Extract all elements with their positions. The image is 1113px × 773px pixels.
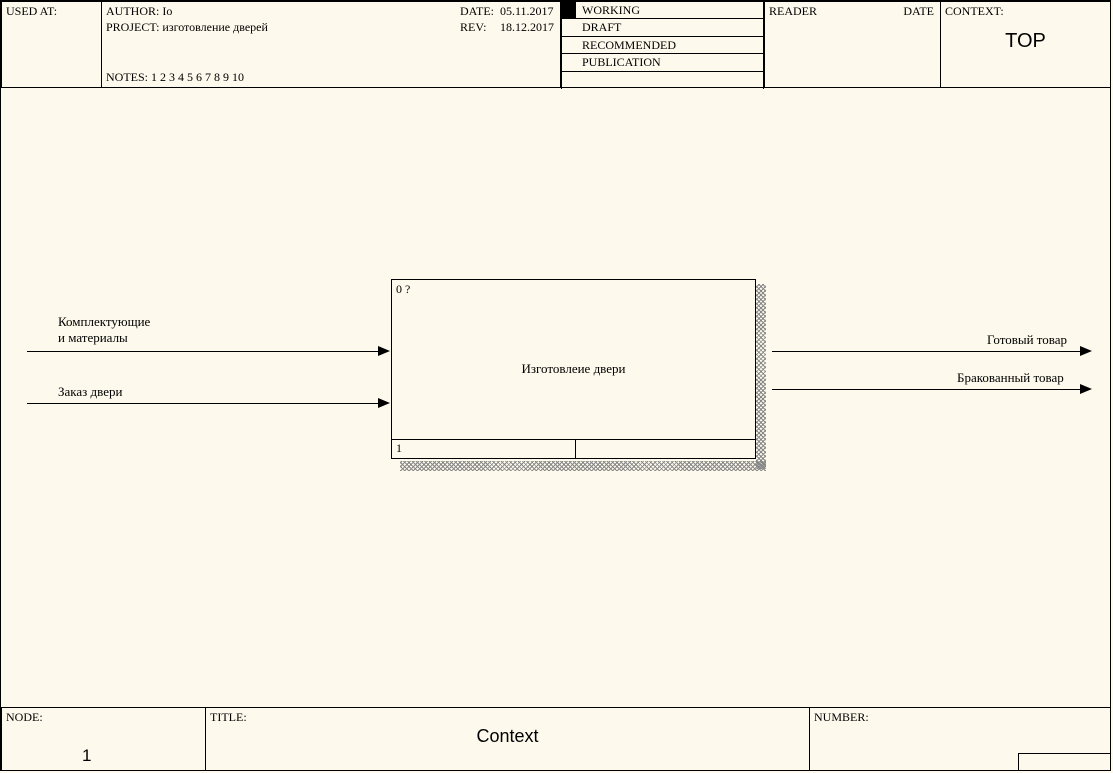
footer-node: NODE: 1 bbox=[1, 707, 206, 771]
output-arrow-1-head bbox=[1080, 346, 1092, 356]
date-label: DATE: bbox=[460, 3, 494, 19]
output-arrow-2-label: Бракованный товар bbox=[957, 370, 1064, 386]
footer-title: TITLE: Context bbox=[205, 707, 810, 771]
project-row: PROJECT: изготовление дверей bbox=[106, 20, 268, 35]
activity-box: 0 ? Изготовлеие двери 1 bbox=[391, 279, 756, 459]
output-arrow-1-line bbox=[772, 351, 1082, 352]
used-at-label: USED AT: bbox=[6, 4, 57, 19]
rev-value: 18.12.2017 bbox=[500, 19, 554, 35]
date-value: 05.11.2017 bbox=[500, 3, 554, 19]
output-arrow-2-head bbox=[1080, 384, 1092, 394]
input-arrow-2-line bbox=[27, 403, 380, 404]
title-value: Context bbox=[206, 726, 809, 747]
notes-value: 1 2 3 4 5 6 7 8 9 10 bbox=[151, 70, 244, 84]
activity-bottom-id: 1 bbox=[392, 440, 576, 458]
activity-bottom-bar: 1 bbox=[392, 439, 755, 458]
context-value: TOP bbox=[941, 30, 1110, 53]
header-meta: AUTHOR: Io PROJECT: изготовление дверей … bbox=[101, 1, 560, 88]
project-label: PROJECT: bbox=[106, 20, 159, 34]
header-used-at: USED AT: bbox=[1, 1, 102, 88]
date-block: DATE: 05.11.2017 REV: 18.12.2017 bbox=[460, 3, 554, 35]
input-arrow-1-line bbox=[27, 351, 380, 352]
status-draft: DRAFT bbox=[562, 19, 763, 35]
notes-row: NOTES: 1 2 3 4 5 6 7 8 9 10 bbox=[106, 70, 244, 85]
node-value: 1 bbox=[82, 746, 91, 766]
reader-label: READER bbox=[769, 4, 817, 19]
author-label: AUTHOR: bbox=[106, 4, 159, 18]
input-arrow-1-label-line1: Комплектующие bbox=[58, 314, 150, 330]
header-context: CONTEXT: TOP bbox=[940, 1, 1111, 88]
node-label: NODE: bbox=[6, 710, 43, 725]
author-row: AUTHOR: Io bbox=[106, 4, 172, 19]
output-arrow-1-label: Готовый товар bbox=[987, 332, 1067, 348]
input-arrow-2-label: Заказ двери bbox=[58, 384, 122, 400]
status-publication: PUBLICATION bbox=[562, 54, 763, 70]
input-arrow-1-label-line2: и материалы bbox=[58, 330, 128, 346]
activity-title: Изготовлеие двери bbox=[392, 280, 755, 458]
output-arrow-2-line bbox=[772, 389, 1082, 390]
header-status: WORKING DRAFT RECOMMENDED PUBLICATION bbox=[560, 1, 765, 88]
header-reader: READER DATE bbox=[764, 1, 941, 88]
status-working-marker bbox=[560, 1, 576, 18]
rev-label: REV: bbox=[460, 19, 494, 35]
input-arrow-2-head bbox=[378, 398, 390, 408]
notes-label: NOTES: bbox=[106, 70, 148, 84]
footer-sub-box bbox=[1018, 753, 1111, 771]
diagram-canvas: 0 ? Изготовлеие двери 1 Комплектующие и … bbox=[2, 89, 1109, 704]
activity-shadow-bottom bbox=[400, 461, 766, 471]
project-value: изготовление дверей bbox=[162, 20, 267, 34]
idef0-frame: USED AT: AUTHOR: Io PROJECT: изготовлени… bbox=[0, 0, 1111, 771]
status-working: WORKING bbox=[562, 2, 763, 18]
reader-date-label: DATE bbox=[903, 4, 934, 19]
author-value: Io bbox=[162, 4, 172, 18]
input-arrow-1-head bbox=[378, 346, 390, 356]
activity-bottom-right bbox=[576, 440, 755, 458]
title-label: TITLE: bbox=[210, 710, 247, 725]
number-label: NUMBER: bbox=[814, 710, 869, 725]
status-recommended: RECOMMENDED bbox=[562, 37, 763, 53]
context-label: CONTEXT: bbox=[945, 4, 1004, 19]
activity-shadow-right bbox=[756, 284, 766, 469]
